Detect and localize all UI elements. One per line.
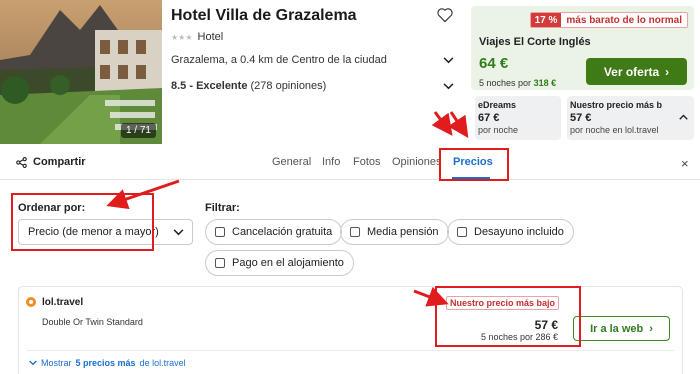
checkbox-icon <box>215 227 225 237</box>
hotel-type: Hotel <box>197 31 224 43</box>
deal-price: 64 € <box>479 55 509 72</box>
close-icon[interactable]: × <box>681 156 689 171</box>
chevron-up-icon[interactable] <box>679 114 688 120</box>
more-suffix: de lol.travel <box>139 358 186 368</box>
provider-logo-icon <box>26 297 36 307</box>
share-icon <box>16 156 27 168</box>
deal-nights: 5 noches por 318 € <box>479 78 556 88</box>
alternative-offer-lowest[interactable]: Nuestro precio más b 57 € por noche en l… <box>567 96 694 140</box>
filter-breakfast[interactable]: Desayuno incluido <box>447 219 574 245</box>
alt-price: 67 € <box>478 112 500 124</box>
alternative-offer-edreams[interactable]: eDreams 67 € por noche <box>475 96 561 140</box>
alt-provider: eDreams <box>478 100 517 110</box>
view-offer-button[interactable]: Ver oferta › <box>586 58 687 85</box>
alt-sub: por noche en lol.travel <box>570 125 659 135</box>
annotation-box-sort <box>11 193 154 251</box>
location-row[interactable]: Grazalema, a 0.4 km de Centro de la ciud… <box>171 54 454 66</box>
annotation-box-lowest-price <box>435 286 581 347</box>
chevron-down-icon <box>443 56 454 63</box>
tab-bar: Compartir General Info Fotos Opiniones P… <box>0 144 700 180</box>
tab-reviews[interactable]: Opiniones <box>392 156 442 168</box>
annotation-box-prices-tab <box>439 148 509 181</box>
chevron-right-icon: › <box>665 64 670 79</box>
hotel-photo[interactable]: 1 / 71 <box>0 0 162 144</box>
discount-percent: 17 % <box>530 13 562 27</box>
review-count: (278 opiniones) <box>250 80 327 92</box>
checkbox-icon <box>457 227 467 237</box>
filter-half-board[interactable]: Media pensión <box>340 219 449 245</box>
more-count: 5 precios más <box>75 358 136 368</box>
offer-card: lol.travel Double Or Twin Standard Nuest… <box>18 286 683 374</box>
chip-label: Cancelación gratuita <box>232 226 333 238</box>
share-button[interactable]: Compartir <box>16 156 86 168</box>
share-label: Compartir <box>33 156 86 168</box>
more-prefix: Mostrar <box>41 358 72 368</box>
chevron-down-icon <box>173 228 184 235</box>
offer-provider: lol.travel <box>42 297 84 308</box>
heart-icon[interactable] <box>436 7 454 23</box>
chip-label: Desayuno incluido <box>474 226 564 238</box>
chevron-right-icon: › <box>649 322 653 335</box>
tab-photos[interactable]: Fotos <box>353 156 381 168</box>
hotel-location: Grazalema, a 0.4 km de Centro de la ciud… <box>171 54 387 66</box>
chevron-down-icon <box>443 82 454 89</box>
hotel-info: Hotel Villa de Grazalema ★★★ Hotel Graza… <box>171 0 456 144</box>
discount-badge: 17 % más barato de lo normal <box>529 12 688 28</box>
hotel-name[interactable]: Hotel Villa de Grazalema <box>171 7 357 25</box>
hotel-rating: 8.5 - Excelente <box>171 80 248 92</box>
deal-nights-prefix: 5 noches por <box>479 78 532 88</box>
checkbox-icon <box>215 258 225 268</box>
deal-provider: Viajes El Corte Inglés <box>479 36 591 48</box>
discount-text: más barato de lo normal <box>566 15 682 26</box>
view-offer-label: Ver oferta <box>603 64 660 79</box>
room-type: Double Or Twin Standard <box>42 317 143 327</box>
star-rating-icon: ★★★ <box>171 32 193 42</box>
filter-label: Filtrar: <box>205 202 240 214</box>
go-to-website-label: Ir a la web <box>590 322 644 335</box>
chevron-down-icon <box>29 360 37 366</box>
alt-provider: Nuestro precio más b <box>570 100 663 110</box>
best-deal-box[interactable]: 17 % más barato de lo normal Viajes El C… <box>471 6 694 90</box>
go-to-website-button[interactable]: Ir a la web › <box>573 316 670 341</box>
deal-nights-total: 318 € <box>533 78 557 88</box>
alt-sub: por noche <box>478 125 519 135</box>
show-more-prices-link[interactable]: Mostrar 5 precios más de lol.travel <box>29 358 186 368</box>
chip-label: Pago en el alojamiento <box>232 257 344 269</box>
tab-general[interactable]: General <box>272 156 311 168</box>
divider <box>27 350 674 351</box>
photo-counter: 1 / 71 <box>120 123 156 138</box>
chip-label: Media pensión <box>367 226 439 238</box>
filter-free-cancellation[interactable]: Cancelación gratuita <box>205 219 343 245</box>
tab-info[interactable]: Info <box>322 156 340 168</box>
alt-price: 57 € <box>570 112 592 124</box>
rating-row[interactable]: 8.5 - Excelente (278 opiniones) <box>171 80 454 92</box>
hotel-category: ★★★ Hotel <box>171 31 223 43</box>
filter-pay-at-property[interactable]: Pago en el alojamiento <box>205 250 354 276</box>
checkbox-icon <box>350 227 360 237</box>
